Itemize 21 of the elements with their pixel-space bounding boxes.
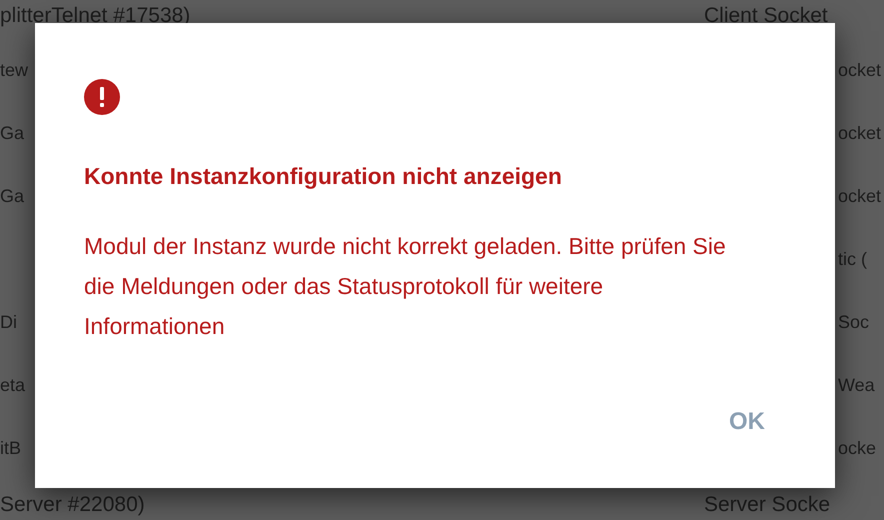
table-cell-text: ocket bbox=[838, 59, 882, 82]
table-cell: Server #22080) bbox=[0, 492, 145, 516]
table-cell: Ga bbox=[0, 186, 24, 206]
table-cell: eta bbox=[0, 375, 26, 395]
table-cell-text: Wea bbox=[838, 374, 875, 397]
ok-button[interactable]: OK bbox=[719, 400, 775, 444]
table-cell-text: ocket bbox=[838, 122, 882, 145]
table-cell-text: tic ( bbox=[838, 248, 867, 271]
table-cell: Ga bbox=[0, 123, 24, 143]
table-cell-text: ocke bbox=[838, 437, 876, 460]
dialog-message: Modul der Instanz wurde nicht korrekt geladen. Bitte prüfen Sie die Meldungen oder das Statusprotokoll für weitere Informationen bbox=[84, 232, 727, 341]
table-cell: Di bbox=[0, 312, 17, 332]
error-icon bbox=[84, 79, 120, 115]
table-cell: tew bbox=[0, 60, 28, 80]
dialog-title: Konnte Instanzkonfiguration nicht anzeigen bbox=[84, 162, 562, 191]
table-cell-text: ocket bbox=[838, 185, 882, 208]
table-cell: plitterTelnet #17538) bbox=[0, 4, 190, 27]
table-cell: itB bbox=[0, 438, 22, 458]
table-cell-text: Server Socke bbox=[704, 492, 830, 518]
table-cell-text: Client Socket bbox=[704, 3, 828, 29]
table-cell-text: Soc bbox=[838, 311, 870, 334]
